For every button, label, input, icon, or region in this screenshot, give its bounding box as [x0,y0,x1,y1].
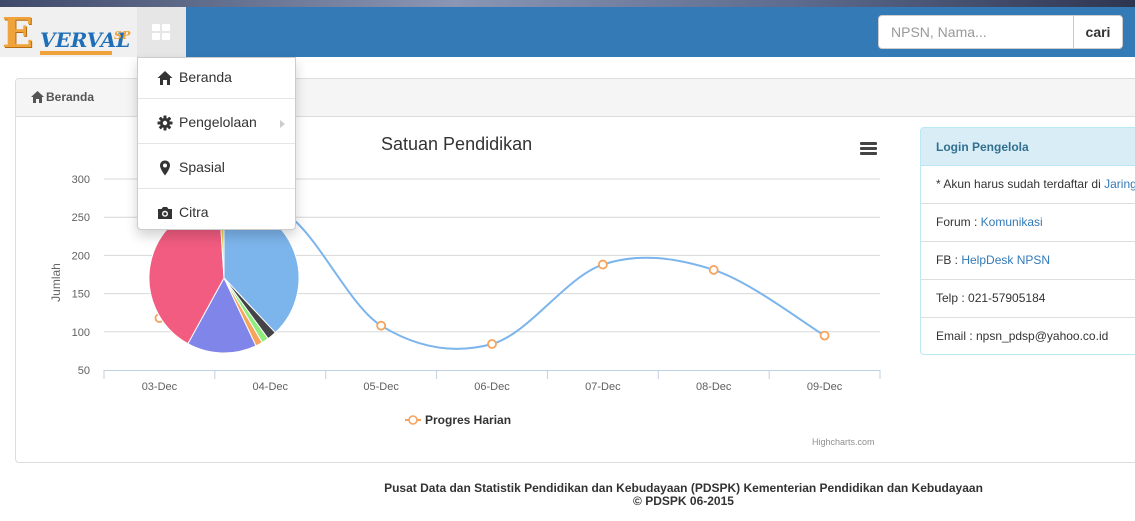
main-menu-dropdown: Beranda Pengelolaan Spasial Citra [137,57,296,230]
forum-label: Forum : [936,215,981,229]
menu-divider [138,188,295,189]
y-tick-label: 150 [72,289,90,301]
y-axis-label: Jumlah [49,263,63,302]
menu-item-label: Spasial [179,159,225,175]
footer-line-2: © PDSPK 06-2015 [633,494,734,508]
breadcrumb-home-label: Beranda [46,90,95,104]
gear-icon [157,115,173,131]
menu-toggle-button[interactable] [137,7,186,57]
data-point [708,265,719,275]
x-tick-label: 04-Dec [253,381,289,393]
menu-item-pengelolaan[interactable]: Pengelolaan [138,103,295,147]
search-button[interactable]: cari [1073,15,1123,49]
chevron-right-icon [280,120,285,128]
legend-marker [405,414,421,425]
login-panel: Login Pengelola * Akun harus sudah terda… [920,127,1135,355]
menu-item-label: Citra [179,204,209,220]
menu-divider [138,98,295,99]
forum-item: Forum : Komunikasi [921,204,1135,242]
x-tick-label: 03-Dec [142,381,178,393]
chart-menu-icon[interactable] [860,142,878,155]
footer: Pusat Data dan Statistik Pendidikan dan … [0,482,1135,508]
email-item: Email : npsn_pdsp@yahoo.co.id [936,329,1109,343]
x-tick-label: 06-Dec [474,381,510,393]
fb-label: FB : [936,253,962,267]
login-panel-title: Login Pengelola [921,128,1135,166]
chart-legend[interactable]: Progres Harian [405,413,511,427]
logo[interactable]: E VERVAL SP [0,7,137,57]
y-tick-label: 300 [72,174,90,186]
menu-item-label: Pengelolaan [179,114,257,130]
x-tick-label: 08-Dec [696,381,732,393]
breadcrumb-home[interactable]: Beranda [31,90,94,104]
menu-item-beranda[interactable]: Beranda [138,58,295,102]
map-marker-icon [160,160,170,176]
x-tick-label: 07-Dec [585,381,621,393]
menu-item-citra[interactable]: Citra [138,193,295,237]
data-point [487,339,497,349]
x-axis: 03-Dec 04-Dec 05-Dec 06-Dec 07-Dec 08-Dec 09-D… [103,370,881,393]
chart-credits[interactable]: Highcharts.com [812,437,875,447]
data-point [597,259,608,270]
y-tick-label: 100 [72,327,90,339]
data-point [376,320,387,331]
menu-divider [138,143,295,144]
search-input[interactable] [878,15,1074,49]
fb-link[interactable]: HelpDesk NPSN [961,253,1050,267]
telp-item: Telp : 021-57905184 [921,280,1135,318]
home-icon [157,71,173,85]
forum-link[interactable]: Komunikasi [981,215,1043,229]
chart-title: Satuan Pendidikan [381,134,533,154]
camera-icon [158,207,172,219]
logo-letter-e: E [2,9,34,57]
grid-icon [152,24,171,41]
menu-item-spasial[interactable]: Spasial [138,148,295,192]
x-tick-label: 09-Dec [807,381,843,393]
jaring-link[interactable]: Jaring [1104,177,1135,191]
x-tick-label: 05-Dec [363,381,399,393]
y-tick-label: 200 [72,250,90,262]
menu-item-label: Beranda [179,69,232,85]
logo-underline [40,51,112,55]
legend-label: Progres Harian [425,413,512,427]
logo-sp: SP [114,29,131,42]
y-tick-label: 250 [72,212,90,224]
fb-item: FB : HelpDesk NPSN [921,242,1135,280]
y-tick-label: 50 [78,365,90,377]
window-top-strip [0,0,1135,7]
y-axis-ticks: 50 100 150 200 250 300 [72,174,90,377]
home-icon [31,91,44,103]
footer-line-1: Pusat Data dan Statistik Pendidikan dan … [384,481,983,495]
note-text: * Akun harus sudah terdaftar di [936,177,1105,191]
registration-note: * Akun harus sudah terdaftar di Jaring [921,166,1135,204]
data-point [819,330,830,341]
